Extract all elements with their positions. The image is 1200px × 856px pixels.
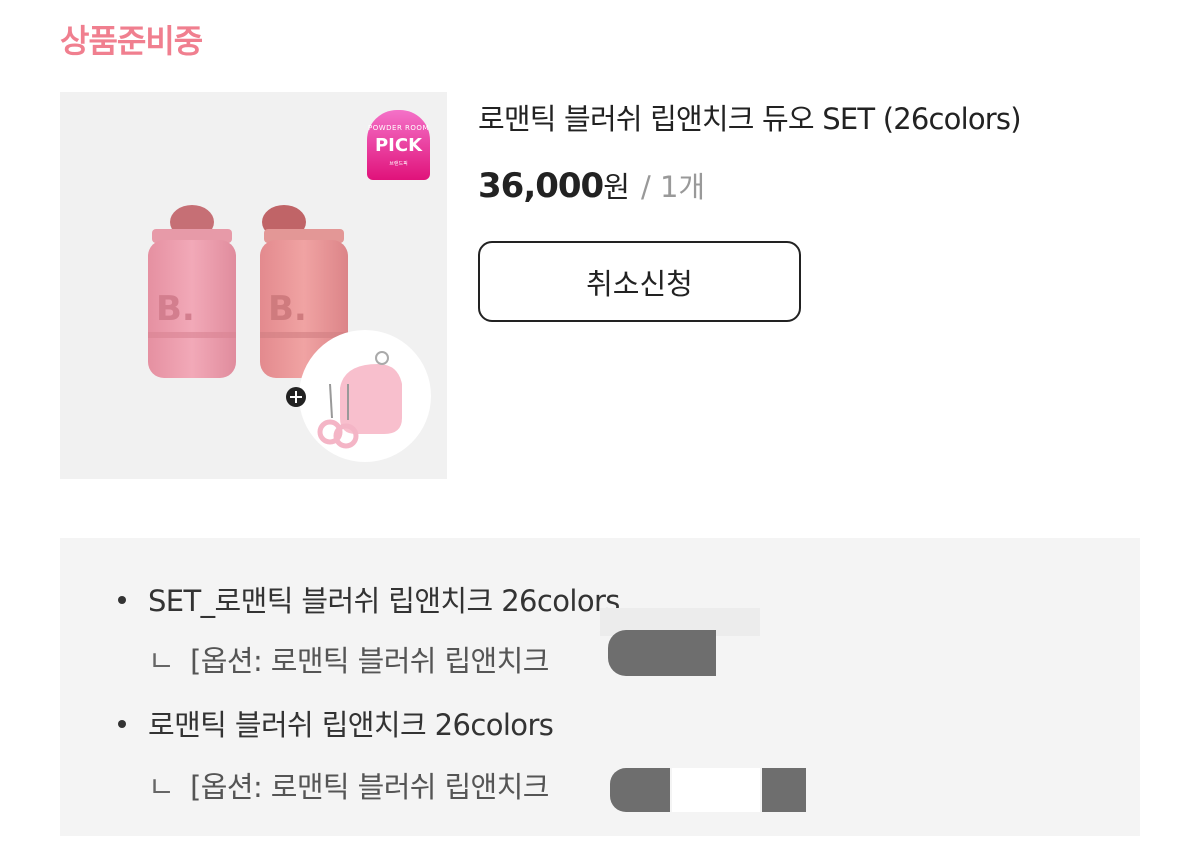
- price-row: 36,000원 / 1개: [478, 164, 1021, 206]
- order-status-label: 상품준비중: [60, 22, 203, 60]
- product-title[interactable]: 로맨틱 블러쉬 립앤치크 듀오 SET (26colors): [478, 96, 1022, 138]
- redaction-block: [610, 768, 670, 812]
- cancel-request-button[interactable]: 취소신청: [478, 241, 801, 322]
- redaction-block: [762, 768, 806, 812]
- quantity-label: / 1개: [640, 170, 706, 204]
- redaction-block: [608, 630, 716, 676]
- bullet-icon: [118, 720, 126, 728]
- option-name: SET_로맨틱 블러쉬 립앤치크 26colors: [148, 584, 620, 618]
- option-detail-text: [옵션: 로맨틱 블러쉬 립앤치크: [190, 770, 549, 804]
- product-price: 36,000: [478, 166, 604, 206]
- option-item: 로맨틱 블러쉬 립앤치크 26colors: [118, 702, 554, 744]
- redaction-blur: [672, 768, 760, 812]
- pick-badge: POWDER ROOM PICK 브랜드픽: [367, 110, 430, 180]
- bullet-icon: [118, 596, 126, 604]
- sub-item-mark: ㄴ: [148, 770, 175, 804]
- sub-item-mark: ㄴ: [148, 644, 175, 678]
- option-detail: ㄴ [옵션: 로맨틱 블러쉬 립앤치크: [148, 764, 549, 806]
- brand-logo-right: B.: [268, 289, 307, 329]
- option-list: SET_로맨틱 블러쉬 립앤치크 26colors ㄴ [옵션: 로맨틱 블러쉬 …: [60, 538, 1140, 836]
- option-item: SET_로맨틱 블러쉬 립앤치크 26colors: [118, 578, 620, 620]
- product-info: 로맨틱 블러쉬 립앤치크 듀오 SET (26colors) 36,000원 /…: [478, 96, 1022, 206]
- option-name: 로맨틱 블러쉬 립앤치크 26colors: [148, 708, 554, 742]
- currency-label: 원: [603, 170, 630, 204]
- option-detail-text: [옵션: 로맨틱 블러쉬 립앤치크: [190, 644, 549, 678]
- product-thumbnail[interactable]: B. B. POWDER ROOM PICK 브랜드픽: [60, 92, 447, 479]
- option-detail: ㄴ [옵션: 로맨틱 블러쉬 립앤치크: [148, 638, 549, 680]
- brand-logo-left: B.: [156, 289, 195, 329]
